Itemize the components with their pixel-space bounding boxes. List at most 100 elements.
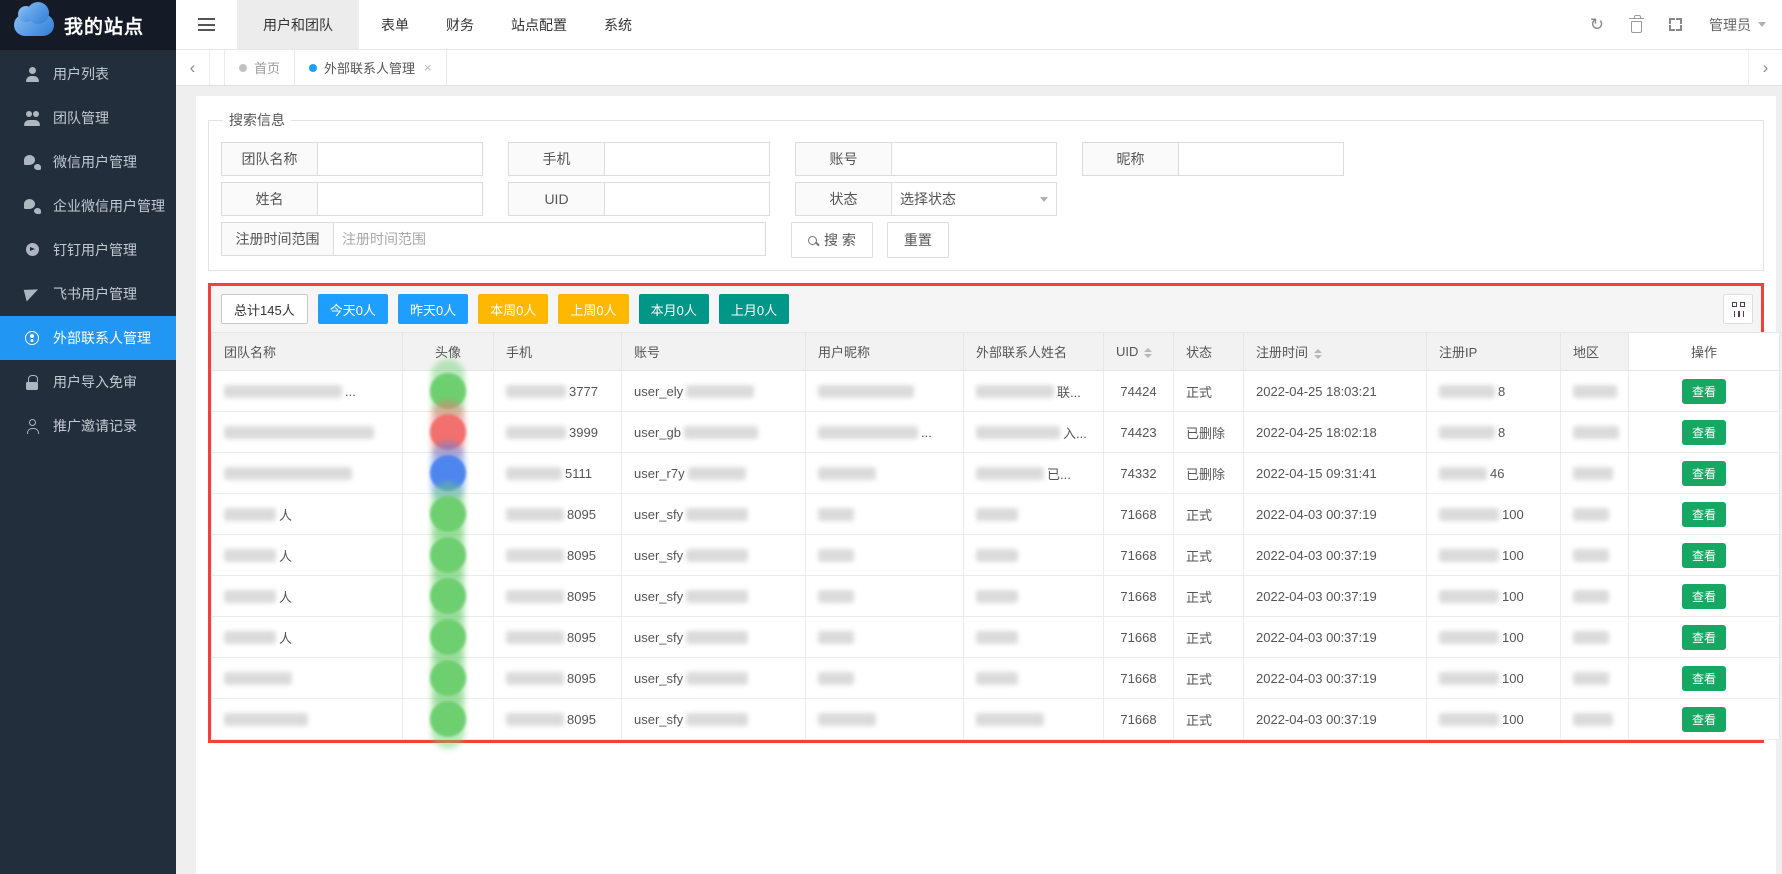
cell-region [1561,535,1629,576]
redacted-blob [686,631,748,644]
cell-actions: 查看 [1629,617,1780,658]
search-input-团队名称[interactable] [317,142,483,176]
search-field-label: UID [508,182,604,216]
trash-icon[interactable] [1631,17,1642,33]
phone-suffix: 8095 [567,671,596,686]
page-tab-2[interactable]: 外部联系人管理× [295,50,447,85]
redacted-blob [506,549,564,562]
topnav-item-5[interactable]: 系统 [589,0,647,49]
search-input-注册时间范围[interactable] [333,222,766,256]
cell-reg-ip: 46 [1427,453,1561,494]
status-select[interactable]: 选择状态 [891,182,1057,216]
redacted-blob [976,549,1018,562]
topnav-item-4[interactable]: 站点配置 [496,0,582,49]
tabs-scroll-left-icon[interactable]: ‹ [176,50,210,85]
view-button[interactable]: 查看 [1682,584,1726,609]
sidebar-item-6[interactable]: 飞书用户管理 [0,272,176,316]
col-header-label: 注册时间 [1256,345,1308,360]
redacted-blob [818,549,854,562]
redacted-blob [224,426,374,439]
redacted-blob [224,590,276,603]
sort-icon[interactable] [1314,349,1322,359]
cell-reg-time: 2022-04-03 00:37:19 [1244,617,1427,658]
sort-icon[interactable] [1144,348,1152,358]
fullscreen-icon[interactable] [1669,18,1682,31]
search-button[interactable]: 搜 索 [791,222,873,258]
ip-suffix: 46 [1490,466,1504,481]
nickname-suffix: ... [921,425,932,440]
topnav-item-3[interactable]: 财务 [431,0,489,49]
phone-suffix: 8095 [567,712,596,727]
stat-chip-6[interactable]: 本月0人 [639,294,709,324]
refresh-icon[interactable]: ↻ [1590,16,1604,33]
col-header-9[interactable]: 注册时间 [1244,333,1427,371]
account-prefix: user_sfy [634,630,683,645]
menu-fold-icon[interactable] [198,18,215,31]
search-input-昵称[interactable] [1178,142,1344,176]
cell-reg-time: 2022-04-03 00:37:19 [1244,535,1427,576]
stat-chip-3[interactable]: 昨天0人 [398,294,468,324]
view-button[interactable]: 查看 [1682,420,1726,445]
sidebar-item-label: 外部联系人管理 [53,328,151,348]
stat-chip-7[interactable]: 上月0人 [719,294,789,324]
sidebar-item-3[interactable]: 微信用户管理 [0,140,176,184]
cell-actions: 查看 [1629,494,1780,535]
view-button[interactable]: 查看 [1682,707,1726,732]
cell-contact-name [964,535,1104,576]
reset-button[interactable]: 重置 [887,222,949,258]
redacted-blob [506,590,564,603]
stat-chip-1[interactable]: 总计145人 [221,294,308,324]
sidebar-item-4[interactable]: 企业微信用户管理 [0,184,176,228]
tabs-scroll-right-icon[interactable]: › [1748,50,1782,85]
view-button[interactable]: 查看 [1682,543,1726,568]
cell-team-name: 人 [212,617,403,658]
cell-reg-ip: 100 [1427,494,1561,535]
view-button[interactable]: 查看 [1682,666,1726,691]
search-row-3: 注册时间范围搜 索重置 [221,222,1751,258]
cell-avatar [403,699,494,740]
col-header-label: 用户昵称 [818,345,870,360]
stat-chip-4[interactable]: 本周0人 [478,294,548,324]
sidebar-item-8[interactable]: 用户导入免审 [0,360,176,404]
admin-dropdown[interactable]: 管理员 [1709,15,1766,35]
invite-record-icon [24,419,41,434]
view-button[interactable]: 查看 [1682,379,1726,404]
col-header-5: 用户昵称 [806,333,964,371]
ip-suffix: 100 [1502,630,1524,645]
search-input-手机[interactable] [604,142,770,176]
cell-phone: 8095 [494,699,622,740]
view-button[interactable]: 查看 [1682,625,1726,650]
sidebar-item-7[interactable]: 外部联系人管理 [0,316,176,360]
redacted-blob [1573,631,1609,644]
search-input-账号[interactable] [891,142,1057,176]
redacted-blob [506,672,564,685]
search-row-1: 团队名称手机账号昵称 [221,142,1751,176]
redacted-blob [818,590,854,603]
topnav-item-2[interactable]: 表单 [366,0,424,49]
col-header-label: 注册IP [1439,345,1477,360]
sidebar-item-1[interactable]: 用户列表 [0,52,176,96]
table-row: 8095user_sfy71668正式2022-04-03 00:37:1910… [212,699,1780,740]
stat-chip-2[interactable]: 今天0人 [318,294,388,324]
search-input-姓名[interactable] [317,182,483,216]
stat-chip-5[interactable]: 上周0人 [558,294,628,324]
sidebar-item-9[interactable]: 推广邀请记录 [0,404,176,448]
sidebar-item-label: 用户导入免审 [53,372,137,392]
view-button[interactable]: 查看 [1682,502,1726,527]
column-settings-button[interactable] [1723,294,1753,324]
search-input-UID[interactable] [604,182,770,216]
view-button[interactable]: 查看 [1682,461,1726,486]
cell-team-name: 人 [212,494,403,535]
redacted-blob [1439,631,1499,644]
tab-close-icon[interactable]: × [424,60,432,75]
page-tab-1[interactable]: 首页 [224,50,295,85]
search-field-label: 账号 [795,142,891,176]
cell-account: user_sfy [622,617,806,658]
col-header-7[interactable]: UID [1104,333,1174,371]
sidebar-item-5[interactable]: 钉钉用户管理 [0,228,176,272]
redacted-blob [1439,713,1499,726]
cell-account: user_gb [622,412,806,453]
topnav-item-1[interactable]: 用户和团队 [237,0,359,49]
cell-reg-time: 2022-04-25 18:02:18 [1244,412,1427,453]
sidebar-item-2[interactable]: 团队管理 [0,96,176,140]
